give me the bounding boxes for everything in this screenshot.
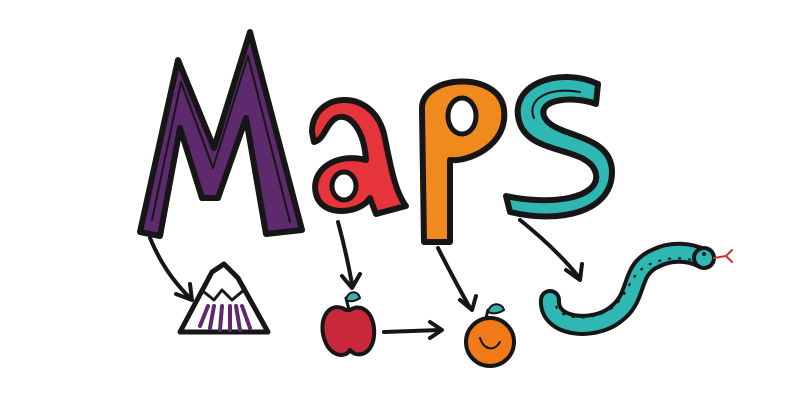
letter-m	[137, 29, 305, 239]
arrow-apple-to-peach	[382, 320, 444, 340]
arrow-m-to-mountain	[148, 236, 194, 302]
letter-s-fill	[503, 74, 615, 220]
letter-m-fill	[137, 29, 305, 239]
maps-drawing	[0, 0, 800, 400]
letter-p-hole	[445, 95, 479, 137]
peach-icon	[464, 303, 516, 368]
letter-p	[418, 78, 508, 245]
letter-s	[503, 74, 615, 220]
snake-icon	[539, 241, 733, 336]
apple-icon	[320, 291, 377, 357]
arrow-s-to-snake	[518, 218, 584, 282]
arrow-p-to-peach	[436, 246, 478, 312]
letter-a-hole	[329, 169, 359, 203]
maps-illustration	[137, 29, 733, 368]
arrow-a-to-apple	[336, 220, 362, 290]
letter-a-fill	[309, 97, 409, 217]
letter-a	[309, 97, 409, 217]
